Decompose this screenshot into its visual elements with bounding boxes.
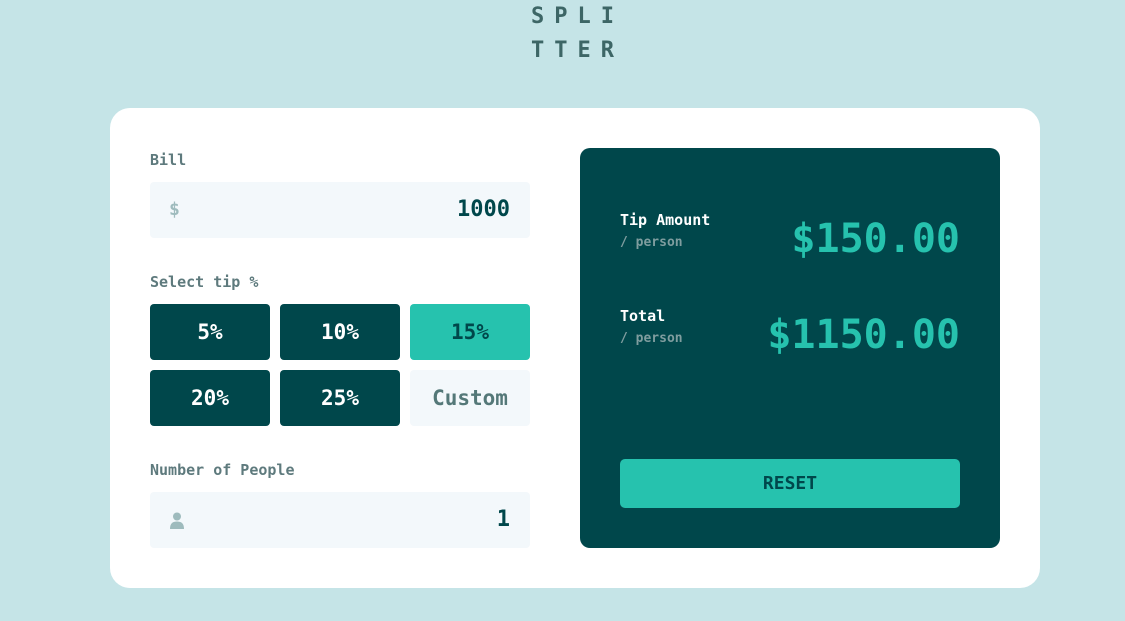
tip-25-button[interactable]: 25%	[280, 370, 400, 426]
tip-15-button[interactable]: 15%	[410, 304, 530, 360]
person-icon	[170, 512, 184, 529]
people-input[interactable]: 1	[150, 492, 530, 548]
people-value: 1	[496, 507, 510, 532]
bill-label: Bill	[150, 151, 187, 169]
app-logo: SPLI TTER	[531, 0, 631, 68]
dollar-icon: $	[169, 199, 180, 220]
select-tip-label: Select tip %	[150, 273, 259, 291]
total-value: $1150.00	[767, 312, 960, 358]
bill-input[interactable]: $ 1000	[150, 182, 530, 238]
calculator-card: Bill $ 1000 Select tip % 5% 10% 15% 20% …	[110, 108, 1040, 588]
tip-5-button[interactable]: 5%	[150, 304, 270, 360]
tip-20-button[interactable]: 20%	[150, 370, 270, 426]
results-panel: Tip Amount / person $150.00 Total / pers…	[580, 148, 1000, 548]
number-of-people-label: Number of People	[150, 461, 295, 479]
custom-tip-input[interactable]: Custom	[410, 370, 530, 426]
total-per-person: / person	[620, 331, 683, 346]
tip-amount-value: $150.00	[791, 216, 960, 262]
logo-line-2: TTER	[531, 38, 624, 63]
tip-amount-per-person: / person	[620, 235, 683, 250]
tip-10-button[interactable]: 10%	[280, 304, 400, 360]
bill-value: 1000	[457, 197, 510, 222]
logo-line-1: SPLI	[531, 4, 624, 29]
reset-button[interactable]: RESET	[620, 459, 960, 508]
tip-amount-label: Tip Amount	[620, 211, 711, 229]
total-label: Total	[620, 307, 666, 325]
